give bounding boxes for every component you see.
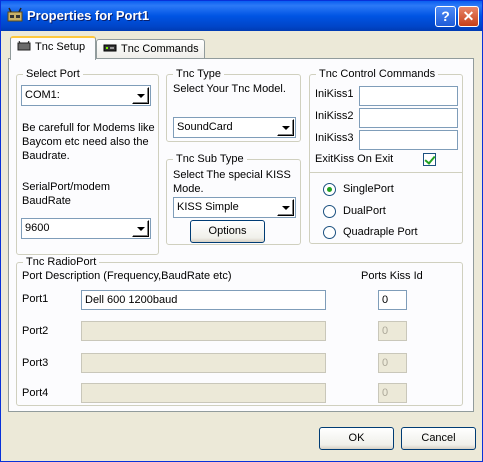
tnc-type-group: Tnc Type Select Your Tnc Model. SoundCar… bbox=[166, 68, 301, 142]
kiss-mode-value: KISS Simple bbox=[177, 201, 239, 213]
port2-description-input bbox=[81, 321, 326, 341]
tnc-setup-icon bbox=[17, 41, 31, 51]
dropdown-arrow-icon[interactable] bbox=[277, 199, 294, 216]
dualport-radio[interactable] bbox=[323, 205, 336, 218]
exitkiss-label: ExitKiss On Exit bbox=[315, 153, 394, 165]
singleport-label[interactable]: SinglePort bbox=[343, 183, 394, 195]
tab-panel: Select Port COM1: Be carefull for Modems… bbox=[8, 58, 474, 412]
port-description-header: Port Description (Frequency,BaudRate etc… bbox=[22, 270, 232, 282]
cancel-button[interactable]: Cancel bbox=[401, 427, 476, 450]
tab-tnc-setup[interactable]: Tnc Setup bbox=[10, 36, 96, 60]
singleport-radio[interactable] bbox=[323, 183, 336, 196]
tnc-type-select[interactable]: SoundCard bbox=[173, 117, 296, 138]
port-select[interactable]: COM1: bbox=[21, 85, 151, 106]
baudrate-label: SerialPort/modem BaudRate bbox=[22, 181, 111, 207]
port3-description-input bbox=[81, 353, 326, 373]
title-bar[interactable]: Properties for Port1 ? ✕ bbox=[1, 1, 482, 31]
help-button[interactable]: ? bbox=[435, 6, 456, 27]
kiss-id-header: Ports Kiss Id bbox=[361, 270, 423, 282]
group-legend: Select Port bbox=[23, 68, 83, 80]
port1-label: Port1 bbox=[22, 293, 49, 305]
close-button[interactable]: ✕ bbox=[458, 6, 479, 27]
inikiss1-label: IniKiss1 bbox=[315, 88, 354, 100]
divider bbox=[310, 172, 462, 173]
port2-label: Port2 bbox=[22, 325, 49, 337]
tnc-sub-type-description: Select The special KISS Mode. bbox=[173, 169, 291, 195]
dualport-label[interactable]: DualPort bbox=[343, 205, 386, 217]
tnc-sub-type-group: Tnc Sub Type Select The special KISS Mod… bbox=[166, 153, 301, 245]
tnc-type-description: Select Your Tnc Model. bbox=[173, 83, 286, 95]
inikiss3-label: IniKiss3 bbox=[315, 132, 354, 144]
app-icon bbox=[7, 7, 23, 22]
radio-port-group: Tnc RadioPort Port Description (Frequenc… bbox=[16, 256, 463, 406]
inikiss2-input[interactable] bbox=[359, 108, 458, 128]
dropdown-arrow-icon[interactable] bbox=[132, 220, 149, 237]
port3-kiss-id-input: 0 bbox=[378, 353, 407, 373]
dropdown-arrow-icon[interactable] bbox=[277, 119, 294, 136]
group-legend: Tnc Sub Type bbox=[173, 153, 247, 165]
port1-description-input[interactable]: Dell 600 1200baud bbox=[81, 290, 326, 310]
tab-label: Tnc Commands bbox=[121, 43, 199, 55]
port4-description-input bbox=[81, 383, 326, 403]
port4-kiss-id-input: 0 bbox=[378, 383, 407, 403]
port1-kiss-id-input[interactable]: 0 bbox=[378, 290, 407, 310]
baudrate-select[interactable]: 9600 bbox=[21, 218, 151, 239]
window-title: Properties for Port1 bbox=[27, 8, 150, 23]
port3-label: Port3 bbox=[22, 357, 49, 369]
tnc-control-group: Tnc Control Commands IniKiss1 IniKiss2 I… bbox=[309, 68, 463, 244]
group-legend: Tnc Type bbox=[173, 68, 225, 80]
tnc-commands-icon bbox=[103, 44, 117, 52]
properties-dialog: Properties for Port1 ? ✕ Tnc Setup Tnc C… bbox=[0, 0, 483, 462]
options-button[interactable]: Options bbox=[190, 220, 265, 243]
modem-warning: Be carefull for Modems like Baycom etc n… bbox=[22, 122, 155, 162]
port2-kiss-id-input: 0 bbox=[378, 321, 407, 341]
inikiss1-input[interactable] bbox=[359, 86, 458, 106]
ok-button[interactable]: OK bbox=[319, 427, 394, 450]
quadport-radio[interactable] bbox=[323, 226, 336, 239]
dropdown-arrow-icon[interactable] bbox=[132, 87, 149, 104]
quadport-label[interactable]: Quadraple Port bbox=[343, 226, 418, 238]
exitkiss-checkbox[interactable] bbox=[423, 153, 436, 166]
tnc-type-value: SoundCard bbox=[177, 121, 233, 133]
inikiss3-input[interactable] bbox=[359, 130, 458, 150]
kiss-mode-select[interactable]: KISS Simple bbox=[173, 197, 296, 218]
tab-label: Tnc Setup bbox=[35, 41, 86, 53]
group-legend: Tnc RadioPort bbox=[23, 256, 100, 268]
port-select-value: COM1: bbox=[25, 89, 60, 101]
select-port-group: Select Port COM1: Be carefull for Modems… bbox=[16, 68, 159, 255]
group-legend: Tnc Control Commands bbox=[316, 68, 439, 80]
baudrate-value: 9600 bbox=[25, 222, 50, 234]
port4-label: Port4 bbox=[22, 387, 49, 399]
inikiss2-label: IniKiss2 bbox=[315, 110, 354, 122]
